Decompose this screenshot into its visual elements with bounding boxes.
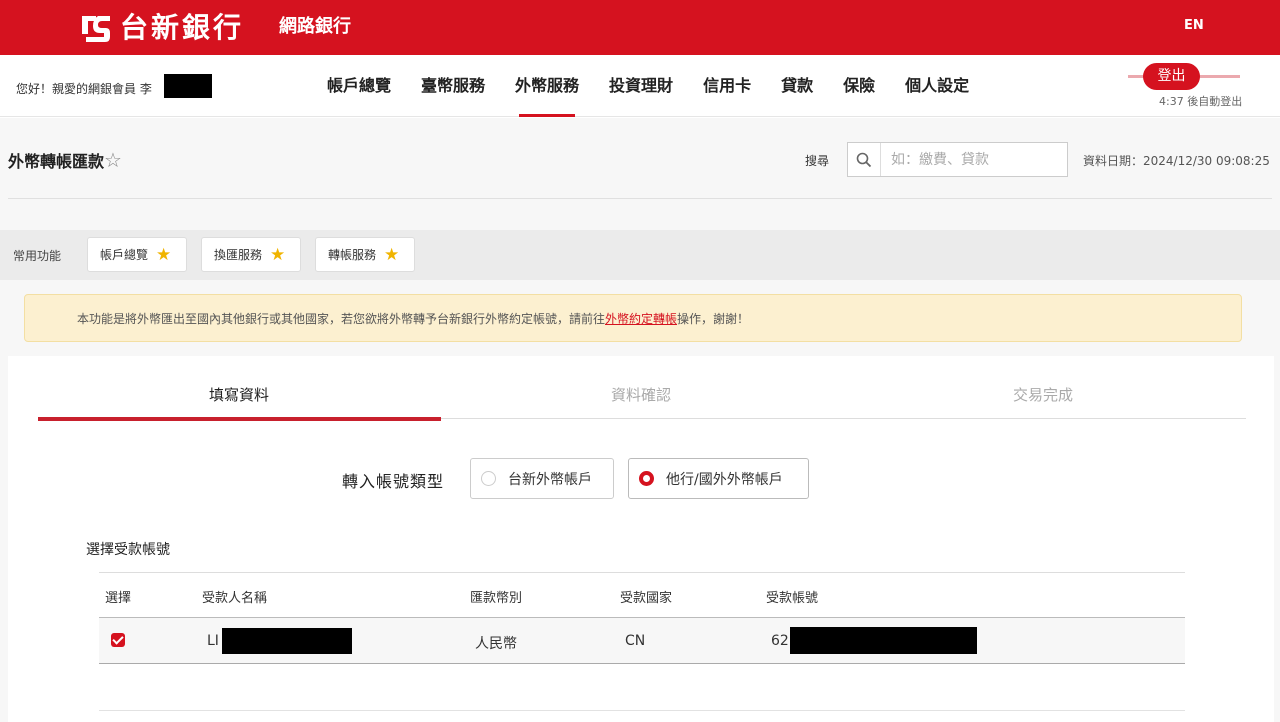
main-menu: 帳戶總覽 臺幣服務 外幣服務 投資理財 信用卡 貸款 保險 個人設定 bbox=[312, 55, 984, 117]
netbank-label: 網路銀行 bbox=[279, 16, 351, 37]
radio-checked-icon bbox=[639, 471, 654, 486]
col-header-account: 受款帳號 bbox=[766, 591, 819, 606]
nav-foreign-currency[interactable]: 外幣服務 bbox=[500, 55, 594, 117]
favorite-label: 帳戶總覽 bbox=[100, 248, 149, 262]
favorites-label: 常用功能 bbox=[13, 249, 62, 263]
page-title: 外幣轉帳匯款☆ bbox=[8, 148, 122, 172]
auto-logout-countdown: 4:37 後自動登出 bbox=[1159, 95, 1243, 108]
data-date: 資料日期：2024/12/30 09:08:25 bbox=[1083, 154, 1270, 168]
col-header-select: 選擇 bbox=[105, 591, 132, 606]
star-icon: ★ bbox=[156, 244, 172, 265]
radio-unchecked-icon bbox=[481, 471, 496, 486]
col-header-country: 受款國家 bbox=[620, 591, 673, 606]
radio-other-bank-fx-account[interactable]: 他行/國外外幣帳戶 bbox=[628, 458, 809, 499]
brand-logo[interactable]: 台新銀行 bbox=[78, 10, 244, 46]
favorite-label: 轉帳服務 bbox=[328, 248, 377, 262]
nav-insurance[interactable]: 保險 bbox=[828, 55, 890, 117]
search-label: 搜尋 bbox=[805, 154, 830, 168]
step-fill-in: 填寫資料 bbox=[208, 386, 269, 404]
col-header-payee-name: 受款人名稱 bbox=[202, 591, 268, 606]
notice-text-before: 本功能是將外幣匯出至國內其他銀行或其他國家，若您欲將外幣轉予台新銀行外幣約定帳號… bbox=[77, 312, 606, 326]
main-nav-bar: 您好！親愛的網銀會員 李 帳戶總覽 臺幣服務 外幣服務 投資理財 信用卡 貸款 … bbox=[0, 55, 1280, 117]
radio-label: 台新外幣帳戶 bbox=[508, 471, 592, 488]
top-bar: 台新銀行 網路銀行 EN bbox=[0, 0, 1280, 55]
page-title-text: 外幣轉帳匯款 bbox=[8, 152, 105, 171]
nav-personal-settings[interactable]: 個人設定 bbox=[890, 55, 984, 117]
brand-name: 台新銀行 bbox=[120, 11, 245, 44]
favorite-label: 換匯服務 bbox=[214, 248, 263, 262]
step-progress-indicator bbox=[38, 417, 441, 421]
search-icon[interactable] bbox=[848, 143, 881, 176]
step-confirm: 資料確認 bbox=[610, 386, 671, 404]
taishin-logo-icon bbox=[82, 16, 110, 42]
fx-designated-transfer-link[interactable]: 外幣約定轉帳 bbox=[605, 312, 677, 326]
currency-cell: 人民幣 bbox=[475, 636, 517, 652]
star-icon: ★ bbox=[270, 244, 286, 265]
search-box bbox=[847, 142, 1068, 177]
info-notice: 本功能是將外幣匯出至國內其他銀行或其他國家，若您欲將外幣轉予台新銀行外幣約定帳號… bbox=[24, 294, 1242, 342]
nav-credit-card[interactable]: 信用卡 bbox=[688, 55, 766, 117]
star-icon: ★ bbox=[384, 244, 400, 265]
divider bbox=[8, 198, 1272, 199]
payee-name-cell: LI bbox=[207, 633, 219, 649]
redacted-account-number bbox=[790, 627, 977, 654]
col-header-currency: 匯款幣別 bbox=[470, 591, 523, 606]
language-switch[interactable]: EN bbox=[1184, 18, 1204, 33]
redacted-payee-name bbox=[222, 628, 352, 654]
logout-button[interactable]: 登出 bbox=[1143, 63, 1200, 90]
greeting-text: 您好！親愛的網銀會員 李 bbox=[16, 82, 152, 96]
account-type-label: 轉入帳號類型 bbox=[342, 472, 445, 491]
radio-taishin-fx-account[interactable]: 台新外幣帳戶 bbox=[470, 458, 614, 499]
transfer-form-card: 填寫資料 資料確認 交易完成 轉入帳號類型 台新外幣帳戶 他行/國外外幣帳戶 選… bbox=[8, 356, 1274, 722]
favorite-star-icon[interactable]: ☆ bbox=[104, 148, 122, 172]
favorite-exchange[interactable]: 換匯服務 ★ bbox=[201, 237, 301, 272]
radio-label: 他行/國外外幣帳戶 bbox=[666, 471, 783, 488]
nav-twd-services[interactable]: 臺幣服務 bbox=[406, 55, 500, 117]
row-select-checkbox[interactable] bbox=[111, 633, 125, 647]
notice-text-after: 操作，謝謝！ bbox=[677, 312, 750, 326]
table-bottom-border bbox=[99, 710, 1185, 711]
favorite-account-overview[interactable]: 帳戶總覽 ★ bbox=[87, 237, 187, 272]
redacted-name bbox=[164, 74, 212, 98]
search-input[interactable] bbox=[881, 143, 1067, 176]
account-number-cell: 62 bbox=[771, 633, 789, 649]
country-cell: CN bbox=[625, 633, 646, 649]
step-complete: 交易完成 bbox=[1012, 386, 1073, 404]
nav-investment[interactable]: 投資理財 bbox=[594, 55, 688, 117]
nav-account-overview[interactable]: 帳戶總覽 bbox=[312, 55, 406, 117]
favorites-bar: 常用功能 帳戶總覽 ★ 換匯服務 ★ 轉帳服務 ★ bbox=[0, 230, 1280, 280]
nav-loans[interactable]: 貸款 bbox=[766, 55, 828, 117]
favorite-transfer[interactable]: 轉帳服務 ★ bbox=[315, 237, 415, 272]
table-top-border bbox=[99, 572, 1185, 573]
select-payee-label: 選擇受款帳號 bbox=[86, 542, 170, 558]
